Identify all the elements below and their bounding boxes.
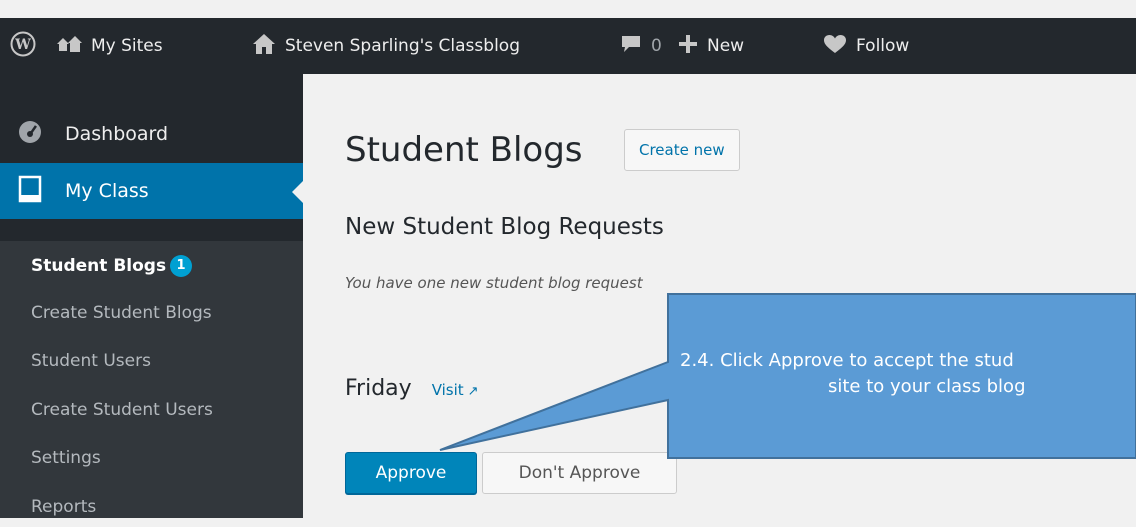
callout-line-1: 2.4. Click Approve to accept the stud [680, 350, 1014, 371]
callout-line-2: site to your class blog [828, 376, 1026, 397]
callout-shape [439, 293, 1136, 459]
callout-text: 2.4. Click Approve to accept the stud si… [668, 348, 1136, 410]
